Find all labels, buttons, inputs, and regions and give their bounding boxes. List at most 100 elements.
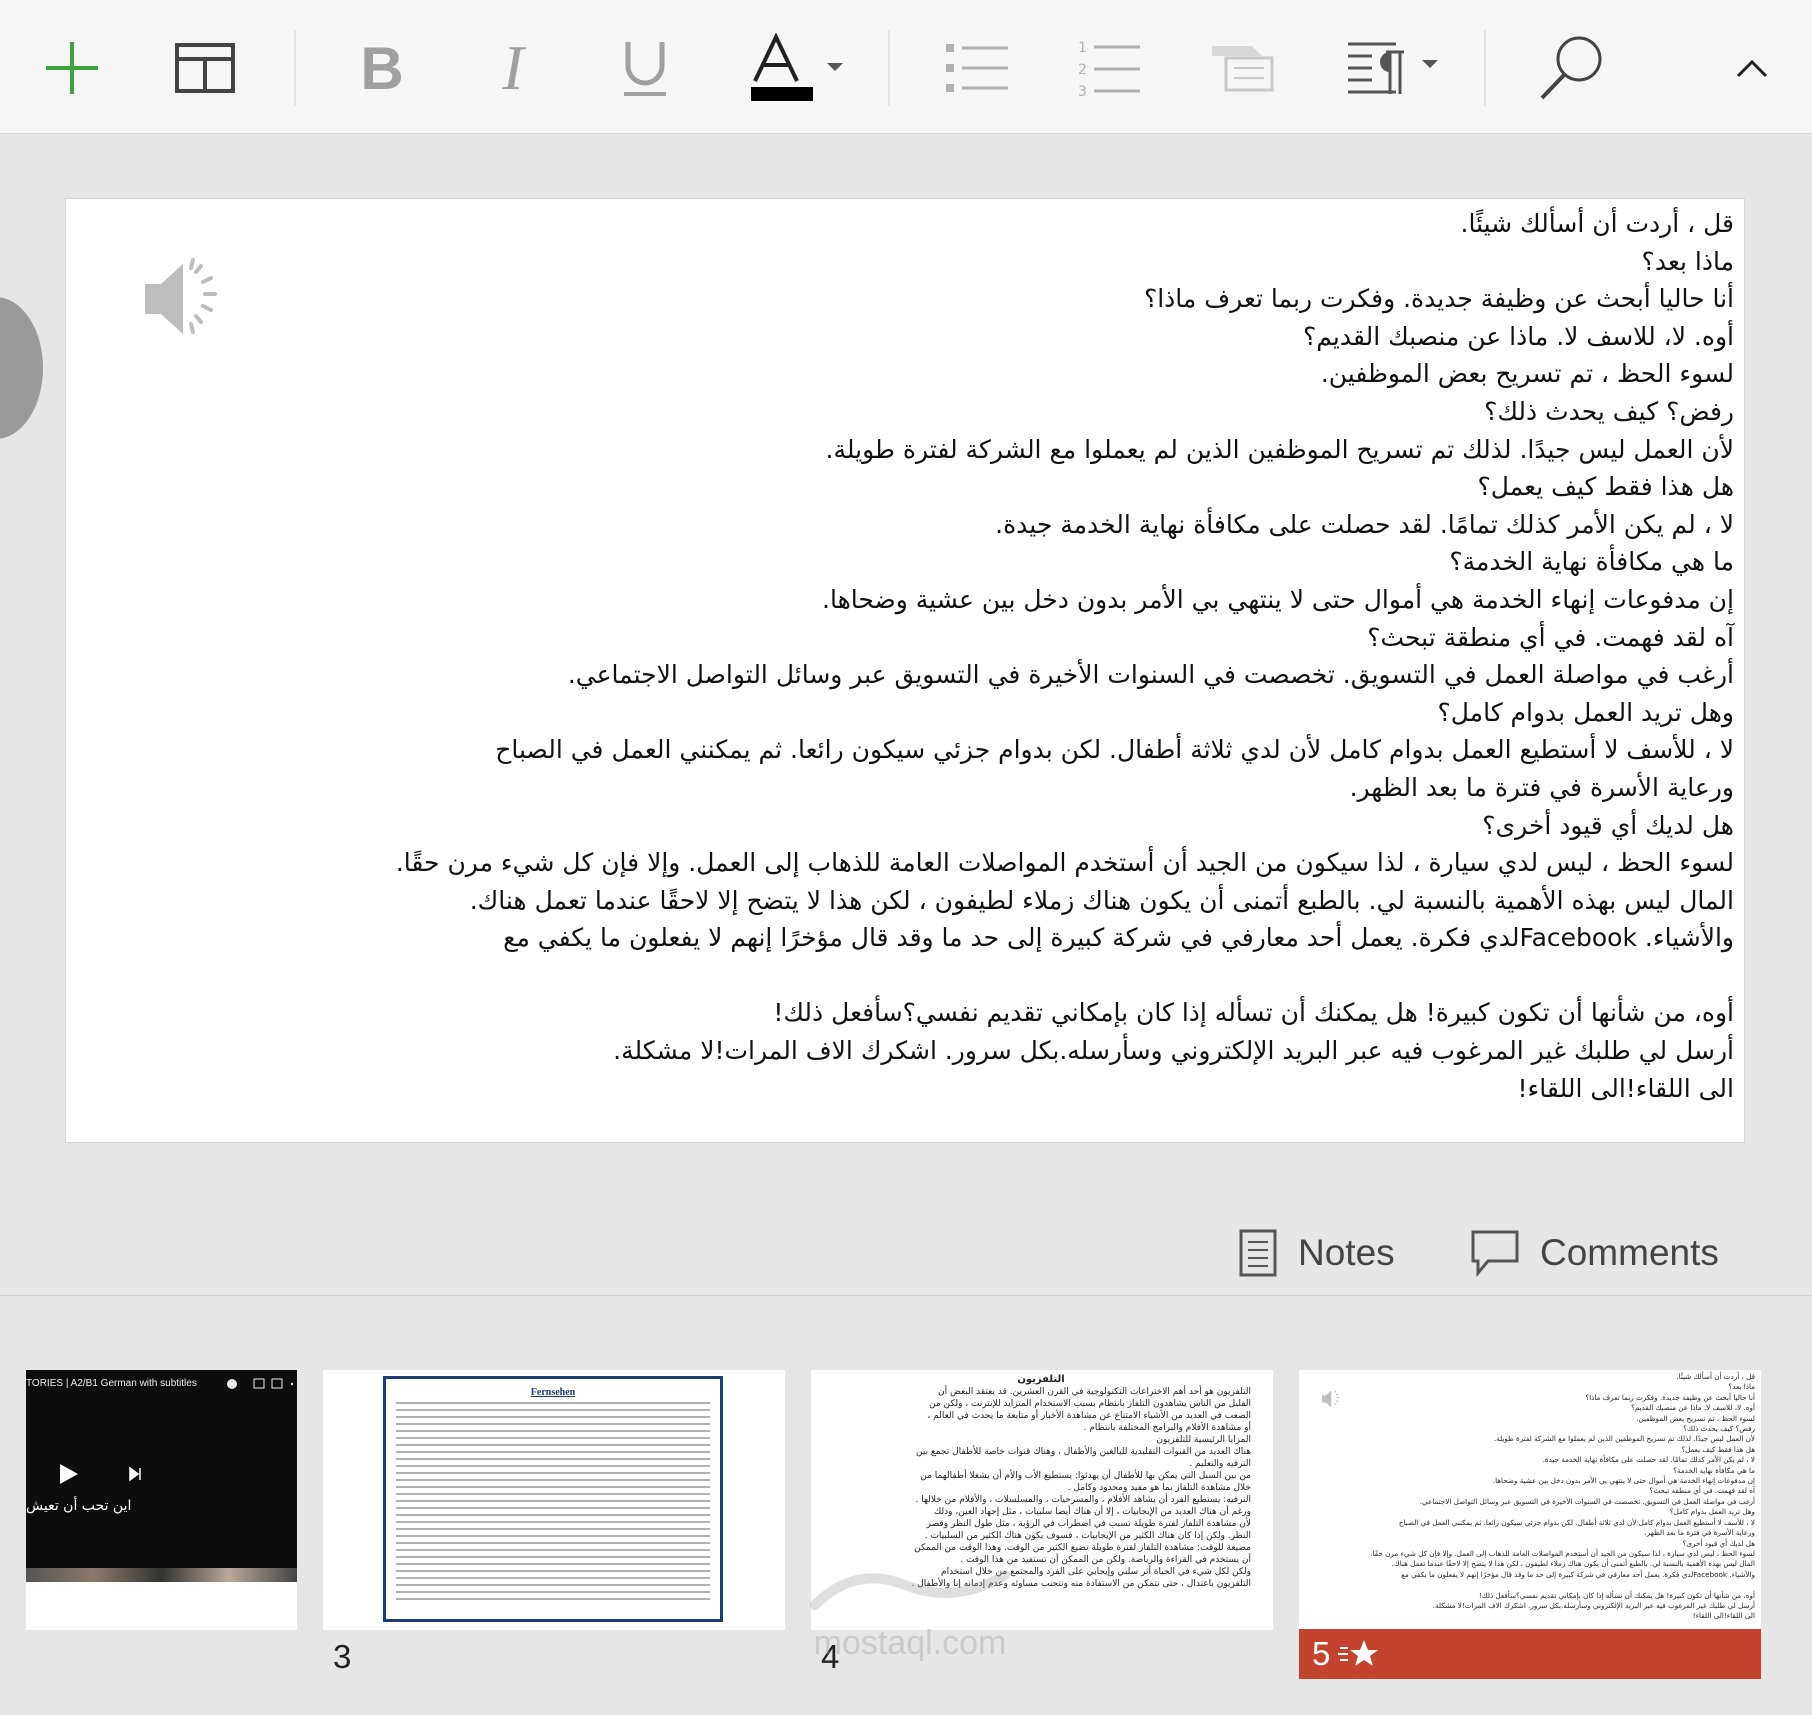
- thumbnail-4-line: النظر. ولكن إذا كان هناك الكثير من الإيج…: [924, 1531, 1251, 1541]
- slide-number-3: 3: [333, 1638, 352, 1675]
- slide-text-line: لسوء الحظ ، ليس لدي سيارة ، لذا سيكون من…: [395, 848, 1734, 878]
- slide-text-box[interactable]: قل ، أردت أن أسألك شيئًا. ماذا بعد؟ أنا حا…: [134, 205, 1734, 1107]
- slide-text-line: رفض؟ كيف يحدث ذلك؟: [1484, 396, 1734, 426]
- bullet-list-icon: [946, 44, 1008, 92]
- comments-label: Comments: [1540, 1232, 1719, 1273]
- slide-thumbnail-3[interactable]: Fernsehen: [323, 1370, 785, 1630]
- bold-icon: B: [360, 34, 404, 102]
- slide-text-line: لأن العمل ليس جيدًا. لذلك تم تسريح الموظ…: [825, 434, 1734, 464]
- slide-text-line: أوه. لا، للاسف لا. ماذا عن منصبك القديم؟: [1302, 321, 1734, 351]
- underline-button[interactable]: [605, 30, 685, 106]
- slide-text-line: هل هذا فقط كيف يعمل؟: [1477, 472, 1734, 502]
- thumbnail-4-line: التلفزيون هو أحد أهم الاختراعات التكنولو…: [938, 1387, 1251, 1397]
- notes-icon: [1239, 1229, 1277, 1277]
- notes-label: Notes: [1298, 1232, 1395, 1273]
- slide-text-line: هل لديك أي قيود أخرى؟: [1482, 810, 1734, 840]
- slide-thumbnail-5[interactable]: قل ، أردت أن أسألك شيئًا. ماذا بعد؟ أنا حا…: [1299, 1370, 1761, 1629]
- layout-icon: [175, 43, 235, 93]
- play-icon[interactable]: [58, 1462, 148, 1486]
- svg-text:3: 3: [1078, 84, 1087, 98]
- thumbnail-4-line: أو مشاهدة الأفلام والبرامج المختلفة بانت…: [1083, 1423, 1251, 1433]
- thumbnail-4-line: الترفيه والتعليم .: [1189, 1459, 1251, 1469]
- thumbnail-3-frame: Fernsehen: [383, 1376, 723, 1622]
- thumbnail-4-line: الترفيه: يستطيع الفرد أن يشاهد الأفلام ،…: [915, 1495, 1251, 1505]
- video-controls-icon: [227, 1378, 294, 1389]
- video-title: TORIES | A2/B1 German with subtitles: [26, 1378, 197, 1389]
- search-icon: [1540, 36, 1602, 100]
- watermark-logo-icon: [810, 1570, 1010, 1610]
- slide-text-line: ما هي مكافأة نهاية الخدمة؟: [1449, 547, 1734, 577]
- thumbnail-5-text: قل ، أردت أن أسألك شيئًا. ماذا بعد؟ أنا حا…: [1315, 1372, 1755, 1622]
- thumbnail-4-title: التلفزيون: [1017, 1374, 1065, 1385]
- find-button[interactable]: [1532, 30, 1612, 106]
- thumbnail-4-line: القليل من الناس يشاهدون التلفاز بانتظام …: [928, 1399, 1251, 1409]
- thumbnail-4-line: مضيعة للوقت: مشاهدة التلفاز لفترة طويلة …: [914, 1543, 1251, 1553]
- watermark-text: mostaql.com: [813, 1624, 1007, 1662]
- new-slide-button[interactable]: [32, 30, 112, 106]
- numbering-button[interactable]: 1 2 3: [1070, 30, 1150, 106]
- thumbnail-5-line: أرغب في مواصلة العمل في التسويق. تخصصت ف…: [1419, 1496, 1755, 1506]
- thumbnail-4-line: ورغم أن هناك العديد من الإيجابيات ، إلا …: [933, 1507, 1251, 1517]
- toolbar: B I 1 2 3: [0, 0, 1812, 134]
- slide-text-line: أوه، من شأنها أن تكون كبيرة! هل يمكنك أن…: [773, 998, 1734, 1028]
- slide-text-line: لا ، للأسف لا أستطيع العمل بدوام كامل لأ…: [495, 735, 1734, 765]
- video-frame: TORIES | A2/B1 German with subtitles اين…: [26, 1370, 297, 1582]
- slide-number-5: 5: [1312, 1635, 1331, 1672]
- thumbnail-3-heading: Fernsehen: [530, 1387, 576, 1398]
- thumbnail-5-line: إن مدفوعات إنهاء الخدمة هي أموال حتى لا …: [1492, 1476, 1755, 1486]
- layout-button[interactable]: [165, 30, 245, 106]
- thumbnail-5-line: لا ، لم يكن الأمر كذلك تمامًا. لقد حصلت …: [1542, 1455, 1755, 1465]
- slide-text-line: والأشياء. Facebookلدي فكرة. يعمل أحد معا…: [503, 923, 1734, 953]
- collapse-ribbon-button[interactable]: [1712, 30, 1792, 106]
- separator: [294, 30, 296, 106]
- slide-canvas[interactable]: قل ، أردت أن أسألك شيئًا. ماذا بعد؟ أنا حا…: [65, 198, 1745, 1143]
- thumbnail-4-line: لأن مشاهدة التلفاز لفترة طويلة تسبب في ا…: [926, 1519, 1251, 1529]
- notes-button[interactable]: Notes: [1238, 1225, 1395, 1281]
- slide-text-line: وهل تريد العمل بدوام كامل؟: [1437, 697, 1734, 727]
- thumbnail-5-line: هل لديك أي قيود أخرى؟: [1682, 1538, 1755, 1548]
- bold-button[interactable]: B: [342, 30, 422, 106]
- font-color-icon: [751, 33, 843, 101]
- paragraph-button[interactable]: [1340, 30, 1452, 106]
- slide-text-line: ماذا بعد؟: [1641, 246, 1734, 276]
- italic-button[interactable]: I: [473, 30, 553, 106]
- comment-box-button[interactable]: [1202, 30, 1282, 106]
- thumbnail-4-line: من بين السبل التي يمكن بها للأطفال أن يه…: [920, 1471, 1251, 1481]
- numbered-list-icon: 1 2 3: [1078, 40, 1140, 98]
- underline-icon: [624, 42, 666, 96]
- thumbnail-4-line: خلال مشاهدة التلفاز بما هو مفيد ومحدود و…: [1067, 1483, 1251, 1493]
- thumbnail-5-line: لأن العمل ليس جيدًا. لذلك تم تسريح الموظ…: [1493, 1434, 1755, 1444]
- thumbnail-5-line: أوه. لا، للاسف لا. ماذا عن منصبك القديم؟: [1631, 1403, 1755, 1413]
- thumbnail-5-line: لسوء الحظ ، ليس لدي سيارة ، لذا سيكون من…: [1370, 1548, 1755, 1558]
- thumbnail-5-line: رفض؟ كيف يحدث ذلك؟: [1683, 1424, 1755, 1434]
- slide-text-line: [134, 957, 1734, 995]
- slide-thumbnail-video[interactable]: TORIES | A2/B1 German with subtitles اين…: [26, 1370, 297, 1630]
- thumbnail-5-line: [1315, 1580, 1755, 1590]
- slide-text-line: إن مدفوعات إنهاء الخدمة هي أموال حتى لا …: [822, 584, 1734, 614]
- separator: [888, 30, 890, 106]
- plus-icon: [46, 42, 98, 94]
- bullets-button[interactable]: [938, 30, 1018, 106]
- thumbnail-5-line: والأشياء. Facebookلدي فكرة. يعمل أحد معا…: [1401, 1569, 1755, 1579]
- separator: [1484, 30, 1486, 106]
- video-caption: اين تحب أن تعيش: [26, 1498, 132, 1514]
- comments-button[interactable]: Comments: [1470, 1225, 1719, 1281]
- comment-icon: [1471, 1230, 1519, 1277]
- slide-text-line: أرسل لي طلبك غير المرغوب فيه عبر البريد …: [613, 1036, 1734, 1066]
- watermark: mostaql.com: [795, 1555, 1025, 1675]
- italic-icon: I: [502, 32, 524, 103]
- slide-text-line: آه لقد فهمت. في أي منطقة تبحث؟: [1367, 622, 1734, 652]
- selected-slide-badge[interactable]: 5: [1299, 1629, 1761, 1679]
- svg-text:1: 1: [1078, 40, 1087, 56]
- slide-text-line: أنا حاليا أبحث عن وظيفة جديدة. وفكرت ربم…: [1143, 284, 1734, 314]
- thumbnail-5-line: لسوء الحظ ، تم تسريح بعض الموظفين.: [1636, 1413, 1755, 1423]
- thumbnail-5-line: أرسل لي طلبك غير المرغوب فيه عبر البريد …: [1432, 1600, 1755, 1610]
- thumbnail-5-line: أوه، من شأنها أن تكون كبيرة! هل يمكنك أن…: [1478, 1590, 1755, 1600]
- thumbnail-5-line: هل هذا فقط كيف يعمل؟: [1681, 1444, 1755, 1454]
- thumbnail-5-line: ورعاية الأسرة في فترة ما بعد الظهر.: [1644, 1528, 1755, 1538]
- thumbnail-3-text-lines: [396, 1402, 710, 1602]
- thumbnail-5-line: الى اللقاء!الى اللقاء!: [1692, 1611, 1755, 1621]
- text-box-icon: [1212, 46, 1274, 92]
- thumbnail-5-line: قل ، أردت أن أسألك شيئًا.: [1676, 1372, 1755, 1381]
- font-color-button[interactable]: [742, 30, 852, 106]
